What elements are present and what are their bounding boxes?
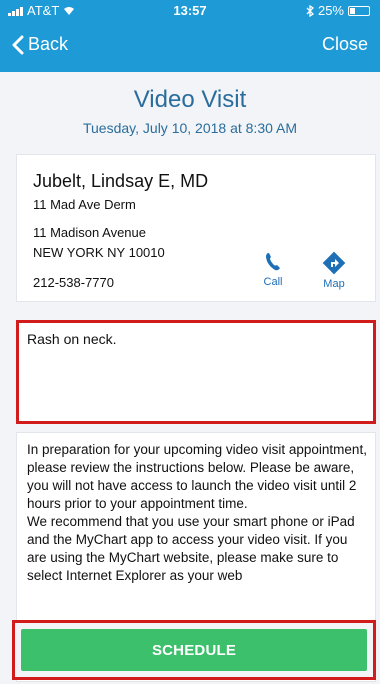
bluetooth-icon — [306, 4, 314, 17]
appointment-datetime: Tuesday, July 10, 2018 at 8:30 AM — [82, 120, 298, 136]
instructions-paragraph-1: In preparation for your upcoming video v… — [27, 442, 367, 511]
battery-percent: 25% — [317, 3, 344, 18]
status-bar: AT&T 13:57 25% — [0, 0, 380, 22]
schedule-button-highlight: SCHEDULE — [12, 620, 376, 680]
back-label: Back — [28, 34, 69, 54]
battery-fill — [350, 7, 355, 14]
content-area: Video Visit Tuesday, July 10, 2018 at 8:… — [0, 72, 380, 684]
battery-icon — [348, 5, 370, 16]
page-title: Video Visit — [133, 86, 247, 113]
back-button[interactable]: Back — [12, 34, 68, 55]
call-button[interactable]: Call — [255, 251, 291, 288]
address-line-2: NEW YORK NY 10010 — [33, 245, 165, 260]
provider-department: 11 Mad Ave Derm — [33, 197, 136, 212]
close-button[interactable]: Close — [322, 34, 368, 55]
status-right: 25% — [306, 3, 370, 18]
provider-card: Jubelt, Lindsay E, MD 11 Mad Ave Derm 11… — [16, 154, 376, 302]
instructions-text: In preparation for your upcoming video v… — [17, 433, 375, 585]
visit-reason-card: Rash on neck. — [16, 320, 376, 424]
call-label: Call — [263, 276, 283, 288]
schedule-button[interactable]: SCHEDULE — [21, 629, 367, 671]
map-button[interactable]: Map — [313, 251, 355, 290]
map-label: Map — [323, 278, 345, 290]
address-line-1: 11 Madison Avenue — [33, 225, 146, 240]
provider-name: Jubelt, Lindsay E, MD — [33, 171, 209, 191]
phone-icon — [266, 253, 280, 271]
provider-phone: 212-538-7770 — [33, 275, 114, 290]
chevron-left-icon — [12, 35, 24, 54]
instructions-paragraph-2: We recommend that you use your smart pho… — [27, 514, 355, 583]
visit-reason: Rash on neck. — [27, 331, 117, 347]
directions-icon — [322, 251, 346, 275]
nav-bar: Back Close — [0, 22, 380, 72]
